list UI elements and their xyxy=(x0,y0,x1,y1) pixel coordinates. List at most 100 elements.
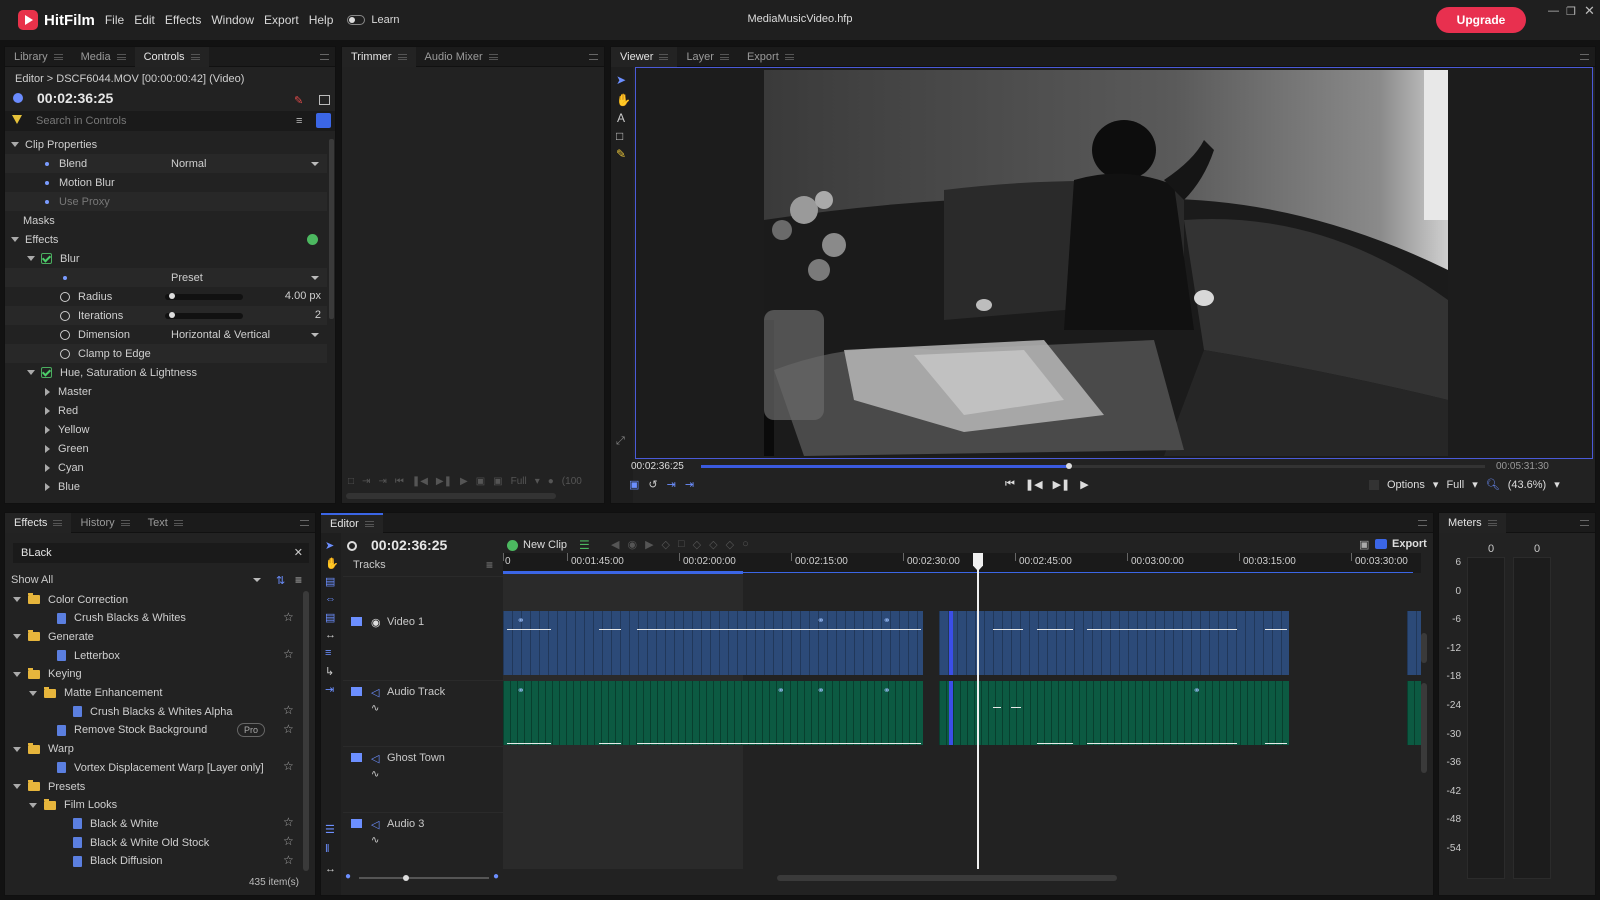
effects-filter-dropdown[interactable]: Show All xyxy=(5,571,267,589)
work-area-bar[interactable] xyxy=(503,571,743,574)
hand-tool-icon[interactable]: ✋ xyxy=(616,93,631,107)
slide-tool-icon[interactable]: ⇔ xyxy=(325,593,336,605)
audio-clip[interactable] xyxy=(939,681,1289,745)
overlay-icon[interactable]: ⇥ xyxy=(378,476,386,487)
speaker-icon[interactable]: ◁ xyxy=(371,752,379,765)
effects-folder-row[interactable]: Generate xyxy=(5,627,301,646)
pen-icon[interactable]: ✎ xyxy=(294,94,303,107)
iterations-slider[interactable] xyxy=(165,312,243,319)
menu-window[interactable]: Window xyxy=(211,13,254,27)
out-point-icon[interactable]: ▣ xyxy=(493,476,502,487)
menu-export[interactable]: Export xyxy=(264,13,299,27)
favorite-star-icon[interactable]: ☆ xyxy=(283,722,294,736)
controls-search-input[interactable]: Search in Controls xyxy=(36,115,127,127)
iterations-value[interactable]: 2 xyxy=(315,309,321,321)
add-effect-icon[interactable] xyxy=(307,234,318,245)
sort-icon[interactable]: ⇅ xyxy=(276,574,285,587)
slider-handle[interactable] xyxy=(168,293,175,299)
radius-slider[interactable] xyxy=(165,293,243,300)
filter-icon[interactable] xyxy=(12,115,22,124)
text-tool-icon[interactable]: A xyxy=(617,111,625,125)
skip-start-icon[interactable]: ⏮ xyxy=(1005,478,1015,491)
audio-clip[interactable] xyxy=(1407,681,1421,745)
effects-row[interactable]: Effects xyxy=(11,230,327,249)
diamond-icon[interactable]: ◇ xyxy=(662,538,670,551)
effects-folder-row[interactable]: Color Correction xyxy=(5,590,301,609)
expand-icon[interactable] xyxy=(13,597,21,602)
tab-effects[interactable]: Effects xyxy=(5,512,72,533)
video-clip[interactable] xyxy=(1407,611,1421,675)
tab-history[interactable]: History xyxy=(71,513,138,533)
expand-icon[interactable] xyxy=(13,746,21,752)
effects-item-row[interactable]: Vortex Displacement Warp [Layer only] ☆ xyxy=(5,758,301,777)
resize-icon[interactable]: ⤢ xyxy=(616,435,625,448)
insert-icon[interactable]: ⇥ xyxy=(362,476,370,487)
viewer-quality[interactable]: Full xyxy=(1446,479,1464,491)
controls-scrollbar[interactable] xyxy=(329,139,334,319)
tab-editor[interactable]: Editor xyxy=(321,512,383,533)
diamond-icon[interactable]: ◇ xyxy=(726,538,734,551)
hsl-cyan-row[interactable]: Cyan xyxy=(45,458,84,477)
expand-icon[interactable] xyxy=(13,634,21,640)
hsl-green-row[interactable]: Green xyxy=(45,439,89,458)
menu-effects[interactable]: Effects xyxy=(165,13,201,27)
circle-icon[interactable]: ○ xyxy=(742,538,749,551)
in-point-icon[interactable]: ▣ xyxy=(476,476,485,487)
close-icon[interactable]: ✕ xyxy=(1584,3,1595,19)
panel-menu-icon[interactable] xyxy=(1418,520,1427,526)
audio-clip[interactable] xyxy=(503,681,923,745)
upgrade-button[interactable]: Upgrade xyxy=(1436,7,1526,33)
favorite-star-icon[interactable]: ☆ xyxy=(283,759,294,773)
tab-layer[interactable]: Layer xyxy=(677,47,738,67)
diamond-icon[interactable]: ◇ xyxy=(693,538,701,551)
speaker-icon[interactable]: ◁ xyxy=(371,818,379,831)
keyframe-icon[interactable] xyxy=(60,291,70,302)
step-forward-icon[interactable]: ▶❚ xyxy=(1053,478,1071,491)
track-name[interactable]: Audio 3 xyxy=(387,818,424,830)
waveform-icon[interactable]: ∿ xyxy=(371,703,379,714)
effects-item-row[interactable]: Crush Blacks & Whites ☆ xyxy=(5,609,301,628)
favorite-star-icon[interactable]: ☆ xyxy=(283,853,294,867)
trimmer-zoom[interactable]: (100 xyxy=(562,476,582,487)
viewer-zoom[interactable]: (43.6%) xyxy=(1508,479,1547,491)
next-keyframe-icon[interactable]: ▶ xyxy=(645,538,653,551)
roll-tool-icon[interactable]: ↔ xyxy=(325,629,336,641)
hsl-master-row[interactable]: Master xyxy=(45,382,92,401)
step-back-icon[interactable]: ❚◀ xyxy=(412,476,428,487)
playhead[interactable] xyxy=(977,553,979,869)
timeline-area[interactable]: 0 00:01:45:00 00:02:00:00 00:02:15:00 00:02:… xyxy=(503,553,1421,869)
favorite-star-icon[interactable]: ☆ xyxy=(283,703,294,717)
overlay-icon[interactable]: ⇥ xyxy=(685,478,694,491)
hsl-red-row[interactable]: Red xyxy=(45,401,78,420)
new-clip-button[interactable]: New Clip xyxy=(507,539,567,551)
select-tool-icon[interactable]: ➤ xyxy=(325,539,334,552)
effects-folder-row[interactable]: Keying xyxy=(5,665,301,684)
effects-item-row[interactable]: Black & White ☆ xyxy=(5,814,301,833)
pen-tool-icon[interactable]: ✎ xyxy=(616,147,626,161)
hsl-blue-row[interactable]: Blue xyxy=(45,477,80,496)
tab-audio-mixer[interactable]: Audio Mixer xyxy=(416,47,507,67)
zoom-icon[interactable]: 🔍︎ xyxy=(1486,478,1500,491)
timeline-scrollbar-v[interactable] xyxy=(1421,683,1427,773)
blur-enable-checkbox[interactable] xyxy=(41,253,52,264)
list-view-icon[interactable]: ≡ xyxy=(296,115,302,127)
loop-icon[interactable]: ↺ xyxy=(648,478,657,491)
loop-icon[interactable]: □ xyxy=(348,476,354,487)
mixer-icon[interactable]: ☰ xyxy=(325,823,335,836)
effects-folder-row[interactable]: Warp xyxy=(5,740,301,759)
viewer-current-time[interactable]: 00:02:36:25 xyxy=(631,461,684,472)
dimension-dropdown[interactable]: Horizontal & Vertical xyxy=(167,327,323,342)
effects-folder-row[interactable]: Matte Enhancement xyxy=(5,684,301,703)
effects-item-row[interactable]: Remove Stock Background Pro ☆ xyxy=(5,721,301,740)
track-name[interactable]: Video 1 xyxy=(387,616,424,628)
effects-scrollbar[interactable] xyxy=(303,591,309,871)
preset-dropdown[interactable]: Preset xyxy=(167,270,323,285)
keyframe-icon[interactable] xyxy=(60,329,70,340)
panel-menu-icon[interactable] xyxy=(320,54,329,60)
layers-icon[interactable]: ☰ xyxy=(579,538,590,552)
insert-icon[interactable]: ⇥ xyxy=(667,478,676,491)
track-name[interactable]: Ghost Town xyxy=(387,752,445,764)
favorite-star-icon[interactable]: ☆ xyxy=(283,834,294,848)
expand-icon[interactable] xyxy=(29,690,37,696)
trimmer-quality[interactable]: Full xyxy=(511,476,527,487)
